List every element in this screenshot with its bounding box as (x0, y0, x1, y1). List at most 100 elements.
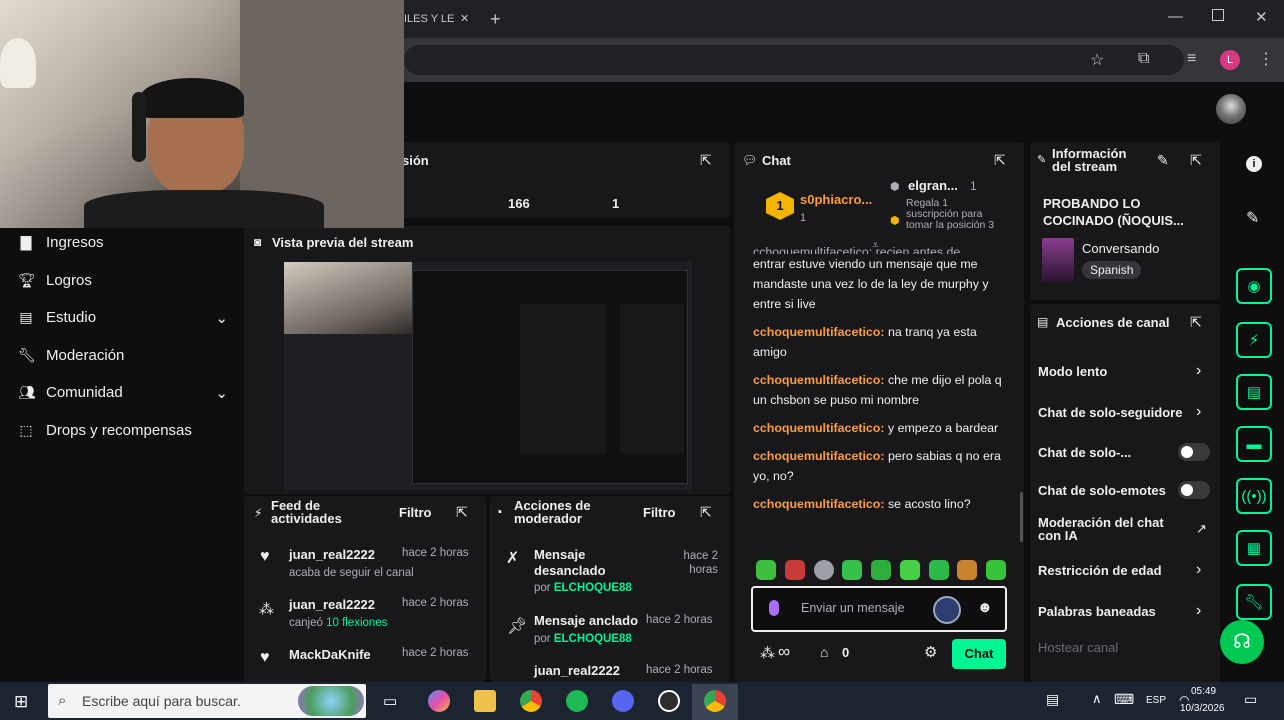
feed-user[interactable]: MackDaKnife (289, 647, 371, 662)
chevron-right-icon[interactable]: › (1196, 602, 1201, 620)
extension-icon[interactable] (933, 596, 961, 624)
edit-pencil-icon[interactable]: ✎ (1157, 152, 1169, 169)
preview-video[interactable] (284, 262, 692, 490)
broadcast-button[interactable]: ((•)) (1236, 478, 1272, 514)
message-user[interactable]: cchoquemultifacetico: (753, 497, 885, 511)
mic-icon[interactable] (769, 600, 779, 616)
task-view-icon[interactable]: ▭ (383, 692, 397, 710)
leaderboard-user[interactable]: s0phiacro... (800, 192, 872, 207)
sidebar-item-moderacion[interactable]: 🔧︎ Moderación (18, 347, 124, 364)
news-widget-icon[interactable]: ▤ (1046, 691, 1059, 708)
input-language[interactable]: ESP (1146, 695, 1166, 706)
copilot-icon[interactable] (428, 690, 450, 712)
discord-icon[interactable] (612, 690, 634, 712)
message-user[interactable]: cchoquemultifacetico: (753, 325, 885, 339)
chevron-right-icon[interactable]: › (1196, 403, 1201, 421)
quick-action-button[interactable]: ⚡︎ (1236, 322, 1272, 358)
emote[interactable] (928, 560, 949, 580)
emote[interactable] (899, 560, 920, 580)
mod-by-user[interactable]: ELCHOQUE88 (554, 582, 632, 594)
mod-filter-button[interactable]: Filtro (643, 505, 676, 520)
edit-pencil-icon[interactable]: ✎ (1246, 208, 1259, 228)
chevron-right-icon[interactable]: › (1196, 561, 1201, 579)
channel-points-icon[interactable]: ⁂ (760, 644, 775, 662)
action-subs-only[interactable]: Chat de solo-... (1038, 445, 1131, 460)
browser-tab[interactable]: ILES Y LE ✕ (404, 8, 478, 30)
send-chat-button[interactable]: Chat (952, 639, 1006, 669)
popout-icon[interactable]: ⇱ (700, 504, 712, 521)
emote[interactable] (813, 560, 834, 580)
action-age-restriction[interactable]: Restricción de edad (1038, 563, 1162, 578)
feed-user[interactable]: juan_real2222 (289, 547, 375, 562)
message-user[interactable]: cchoquemultifacetico: (753, 449, 885, 463)
action-emotes-only[interactable]: Chat de solo-emotes (1038, 483, 1166, 498)
category-boxart[interactable] (1042, 238, 1074, 282)
category-name[interactable]: Conversando (1082, 241, 1159, 256)
external-link-icon[interactable]: ↗ (1196, 521, 1207, 537)
extensions-icon[interactable]: ⧉ (1138, 50, 1149, 68)
sidebar-item-drops[interactable]: ⬚ Drops y recompensas (18, 422, 192, 439)
chevron-right-icon[interactable]: › (1196, 362, 1201, 380)
file-explorer-icon[interactable] (474, 690, 496, 712)
subs-only-toggle[interactable] (1178, 443, 1210, 461)
emote[interactable] (784, 560, 805, 580)
info-icon[interactable]: i (1246, 156, 1262, 172)
action-banned-words[interactable]: Palabras baneadas (1038, 604, 1156, 619)
sidebar-item-ingresos[interactable]: ▇ Ingresos (18, 234, 104, 251)
emote[interactable] (756, 560, 776, 580)
chat-scrollbar[interactable] (1020, 492, 1023, 542)
emoji-icon[interactable]: ☻ (977, 599, 993, 616)
feed-filter-button[interactable]: Filtro (399, 505, 432, 520)
popout-icon[interactable]: ⇱ (1190, 152, 1202, 169)
omnibox[interactable] (404, 45, 1184, 75)
keyboard-icon[interactable]: ⌨ (1114, 691, 1134, 708)
minimize-icon[interactable]: — (1168, 8, 1183, 25)
notes-button[interactable]: ▤ (1236, 374, 1272, 410)
sidebar-item-logros[interactable]: 🏆︎ Logros (18, 272, 92, 289)
message-user[interactable]: cchoquemultifacetico: (753, 421, 885, 435)
message-user[interactable]: cchoquemultifacetico: (753, 373, 885, 387)
menu-dots-icon[interactable]: ⋮ (1258, 49, 1274, 69)
chrome-active-icon[interactable] (704, 690, 726, 712)
action-modo-lento[interactable]: Modo lento (1038, 364, 1107, 379)
emote[interactable] (957, 560, 978, 580)
feed-user[interactable]: juan_real2222 (289, 597, 375, 612)
emote[interactable] (871, 560, 891, 580)
popout-icon[interactable]: ⇱ (994, 152, 1006, 169)
headset-support-icon[interactable]: ☊ (1220, 620, 1264, 664)
gift-user[interactable]: elgran... (908, 178, 958, 193)
settings-gear-icon[interactable]: ⚙ (924, 643, 937, 661)
user-avatar[interactable] (1216, 94, 1246, 124)
action-followers-only[interactable]: Chat de solo-seguidore (1038, 405, 1188, 420)
popout-icon[interactable]: ⇱ (700, 152, 712, 169)
tools-button[interactable]: 🔧︎ (1236, 584, 1272, 620)
popout-icon[interactable]: ⇱ (1190, 314, 1202, 331)
clock-date[interactable]: 10/3/2026 (1180, 703, 1225, 714)
store-icon[interactable]: ⌂ (820, 644, 828, 660)
close-window-icon[interactable]: ✕ (1255, 8, 1268, 26)
popout-icon[interactable]: ⇱ (456, 504, 468, 521)
sidebar-item-comunidad[interactable]: 👥︎ Comunidad ⌄ (18, 384, 228, 402)
emote[interactable] (842, 560, 863, 580)
emotes-only-toggle[interactable] (1178, 481, 1210, 499)
emote[interactable] (986, 560, 1006, 580)
language-tag[interactable]: Spanish (1082, 261, 1142, 279)
chat-input[interactable]: Enviar un mensaje ☻ (751, 586, 1007, 632)
mod-by-user[interactable]: ELCHOQUE88 (554, 633, 632, 645)
new-tab-icon[interactable]: + (490, 9, 501, 30)
media-icon[interactable]: ≡ (1187, 50, 1196, 68)
notifications-icon[interactable]: ▭ (1244, 691, 1257, 708)
clip-button[interactable]: ◉ (1236, 268, 1272, 304)
gift-cta[interactable]: Regala 1 suscripción para tomar la posic… (906, 198, 1002, 231)
restore-icon[interactable] (1212, 9, 1224, 21)
spotify-icon[interactable] (566, 690, 588, 712)
close-tab-icon[interactable]: ✕ (460, 8, 469, 30)
action-host-channel[interactable]: Hostear canal (1038, 640, 1118, 655)
chrome-icon[interactable] (520, 690, 542, 712)
layout-button[interactable]: ▦ (1236, 530, 1272, 566)
bookmark-star-icon[interactable]: ☆ (1090, 50, 1104, 70)
clock-time[interactable]: 05:49 (1191, 686, 1216, 697)
sidebar-item-estudio[interactable]: ▤ Estudio ⌄ (18, 309, 228, 327)
obs-icon[interactable] (658, 690, 680, 712)
chat-action-button[interactable]: ▬ (1236, 426, 1272, 462)
